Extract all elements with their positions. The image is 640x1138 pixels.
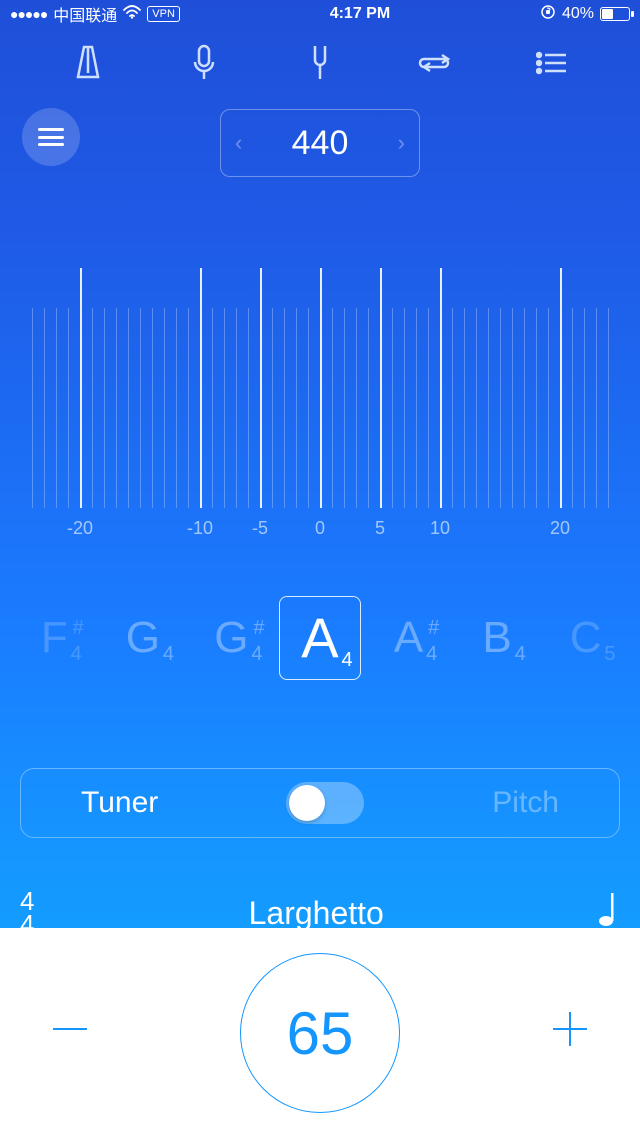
note-item[interactable]: G4 [108, 616, 178, 660]
menu-button[interactable] [22, 108, 80, 166]
scale-label: 0 [315, 518, 325, 539]
vpn-badge: VPN [147, 6, 180, 22]
tuner-mode-label: Tuner [81, 786, 158, 820]
battery-icon [600, 7, 630, 21]
loop-icon[interactable] [416, 43, 456, 83]
list-icon[interactable] [532, 43, 572, 83]
scale-label: -20 [67, 518, 93, 539]
scale-label: 10 [430, 518, 450, 539]
tuning-fork-icon[interactable] [300, 43, 340, 83]
microphone-icon[interactable] [184, 43, 224, 83]
note-item[interactable]: G#4 [196, 616, 266, 660]
reference-pitch-value: 440 [292, 124, 349, 163]
bpm-bar: 65 [0, 928, 640, 1138]
note-item[interactable]: F#4 [19, 616, 89, 660]
status-bar: ●●●●● 中国联通 VPN 4:17 PM 40% [0, 0, 640, 28]
bpm-decrease-button[interactable] [40, 999, 100, 1068]
carrier-label: 中国联通 [53, 2, 117, 26]
tempo-name: Larghetto [249, 895, 384, 932]
tuner-scale: -20 -10 -5 0 5 10 20 [20, 268, 620, 548]
note-item[interactable]: B4 [462, 616, 532, 660]
chevron-right-icon[interactable]: › [398, 130, 405, 156]
note-row: F#4 G4 G#4 A4 A#4 B4 C5 [10, 588, 630, 688]
scale-label: -5 [252, 518, 268, 539]
scale-label: -10 [187, 518, 213, 539]
bpm-display[interactable]: 65 [240, 953, 400, 1113]
signal-dots-icon: ●●●●● [10, 6, 47, 22]
scale-label: 5 [375, 518, 385, 539]
reference-pitch-selector[interactable]: ‹ 440 › [220, 109, 420, 177]
bpm-increase-button[interactable] [540, 999, 600, 1068]
status-time: 4:17 PM [330, 5, 390, 23]
pitch-mode-label: Pitch [492, 786, 559, 820]
mode-toggle[interactable]: Tuner Pitch [20, 768, 620, 838]
note-item-selected[interactable]: A4 [285, 610, 355, 666]
metronome-icon[interactable] [68, 43, 108, 83]
note-item[interactable]: C5 [551, 616, 621, 660]
top-toolbar [0, 28, 640, 98]
note-item[interactable]: A#4 [374, 616, 444, 660]
bpm-value: 65 [287, 999, 354, 1068]
battery-percent: 40% [562, 5, 594, 23]
orientation-lock-icon [540, 4, 556, 25]
mode-switch[interactable] [286, 782, 364, 824]
scale-label: 20 [550, 518, 570, 539]
wifi-icon [123, 5, 141, 24]
chevron-left-icon[interactable]: ‹ [235, 130, 242, 156]
